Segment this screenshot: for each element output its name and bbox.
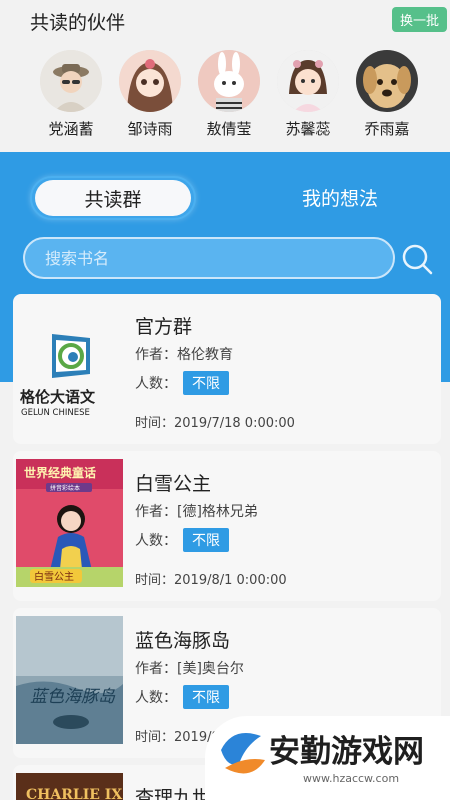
book-cover: 格伦大语文 GELUN CHINESE bbox=[16, 304, 126, 424]
partner-item[interactable]: 敖倩莹 bbox=[198, 50, 260, 139]
book-cover: 蓝色海豚岛 bbox=[16, 616, 123, 744]
book-title: 白雪公主 bbox=[135, 473, 212, 495]
watermark-text: 安勤游戏网 bbox=[269, 734, 424, 770]
refresh-partners-button[interactable]: 换一批 bbox=[392, 7, 447, 32]
tab-my-thoughts[interactable]: 我的想法 bbox=[260, 184, 420, 211]
tab-label: 共读群 bbox=[35, 180, 191, 216]
partner-name: 党涵蓄 bbox=[48, 120, 94, 138]
search-box bbox=[23, 237, 395, 279]
partner-item[interactable]: 党涵蓄 bbox=[40, 50, 102, 139]
partner-name: 苏馨蕊 bbox=[285, 120, 331, 138]
book-cover: CHARLIE IX bbox=[16, 773, 123, 800]
book-card[interactable]: 格伦大语文 GELUN CHINESE 官方群 作者：格伦教育 人数： 不限 时间… bbox=[13, 294, 441, 444]
cover-text: 拼音彩绘本 bbox=[50, 484, 80, 492]
status-badge: 不限 bbox=[183, 371, 229, 395]
status-badge: 不限 bbox=[183, 528, 229, 552]
book-time: 时间：2019/7/18 0:00:00 bbox=[135, 416, 295, 431]
partner-list: 党涵蓄 邹诗雨 敖倩莹 苏馨蕊 乔雨嘉 bbox=[40, 50, 418, 139]
avatar bbox=[40, 50, 102, 112]
status-badge: 不限 bbox=[183, 685, 229, 709]
book-author: 作者：[德]格林兄弟 bbox=[135, 504, 258, 520]
search-icon[interactable] bbox=[400, 242, 434, 276]
partner-item[interactable]: 乔雨嘉 bbox=[356, 50, 418, 139]
avatar bbox=[277, 50, 339, 112]
partner-name: 敖倩莹 bbox=[206, 120, 252, 138]
watermark-url: www.hzaccw.com bbox=[303, 772, 399, 785]
book-title: 查理九世 bbox=[135, 787, 212, 800]
partner-item[interactable]: 邹诗雨 bbox=[119, 50, 181, 139]
logo-text-cn: 格伦大语文 bbox=[20, 388, 96, 406]
book-author: 作者：[美]奥台尔 bbox=[135, 661, 244, 677]
member-count: 人数： 不限 bbox=[135, 685, 229, 709]
cover-text: 白雪公主 bbox=[34, 570, 74, 583]
avatar bbox=[198, 50, 260, 112]
book-card[interactable]: 世界经典童话 拼音彩绘本 白雪公主 白雪公主 作者：[德]格林兄弟 人数： 不限 … bbox=[13, 451, 441, 601]
partner-name: 邹诗雨 bbox=[127, 120, 173, 138]
partner-name: 乔雨嘉 bbox=[364, 120, 410, 138]
book-cover: 世界经典童话 拼音彩绘本 白雪公主 bbox=[16, 459, 123, 587]
book-author: 作者：格伦教育 bbox=[135, 347, 233, 363]
cover-text: CHARLIE IX bbox=[26, 787, 122, 800]
member-count: 人数： 不限 bbox=[135, 528, 229, 552]
tab-bar: 共读群 我的想法 bbox=[30, 176, 420, 222]
partners-title: 共读的伙伴 bbox=[30, 12, 126, 34]
partner-item[interactable]: 苏馨蕊 bbox=[277, 50, 339, 139]
book-title: 蓝色海豚岛 bbox=[135, 630, 231, 652]
book-title: 官方群 bbox=[135, 316, 193, 338]
tab-reading-group[interactable]: 共读群 bbox=[30, 176, 196, 220]
search-input[interactable] bbox=[25, 239, 393, 277]
cover-text: 蓝色海豚岛 bbox=[30, 687, 116, 707]
avatar bbox=[356, 50, 418, 112]
partners-section: 共读的伙伴 换一批 党涵蓄 邹诗雨 敖倩莹 苏馨蕊 乔雨嘉 bbox=[0, 0, 450, 146]
avatar bbox=[119, 50, 181, 112]
member-count: 人数： 不限 bbox=[135, 371, 229, 395]
cover-text: 世界经典童话 bbox=[24, 465, 96, 480]
book-time: 时间：2019/8/1 0:00:00 bbox=[135, 573, 287, 588]
logo-text-en: GELUN CHINESE bbox=[21, 408, 90, 418]
watermark: 安勤游戏网 www.hzaccw.com bbox=[205, 716, 450, 800]
